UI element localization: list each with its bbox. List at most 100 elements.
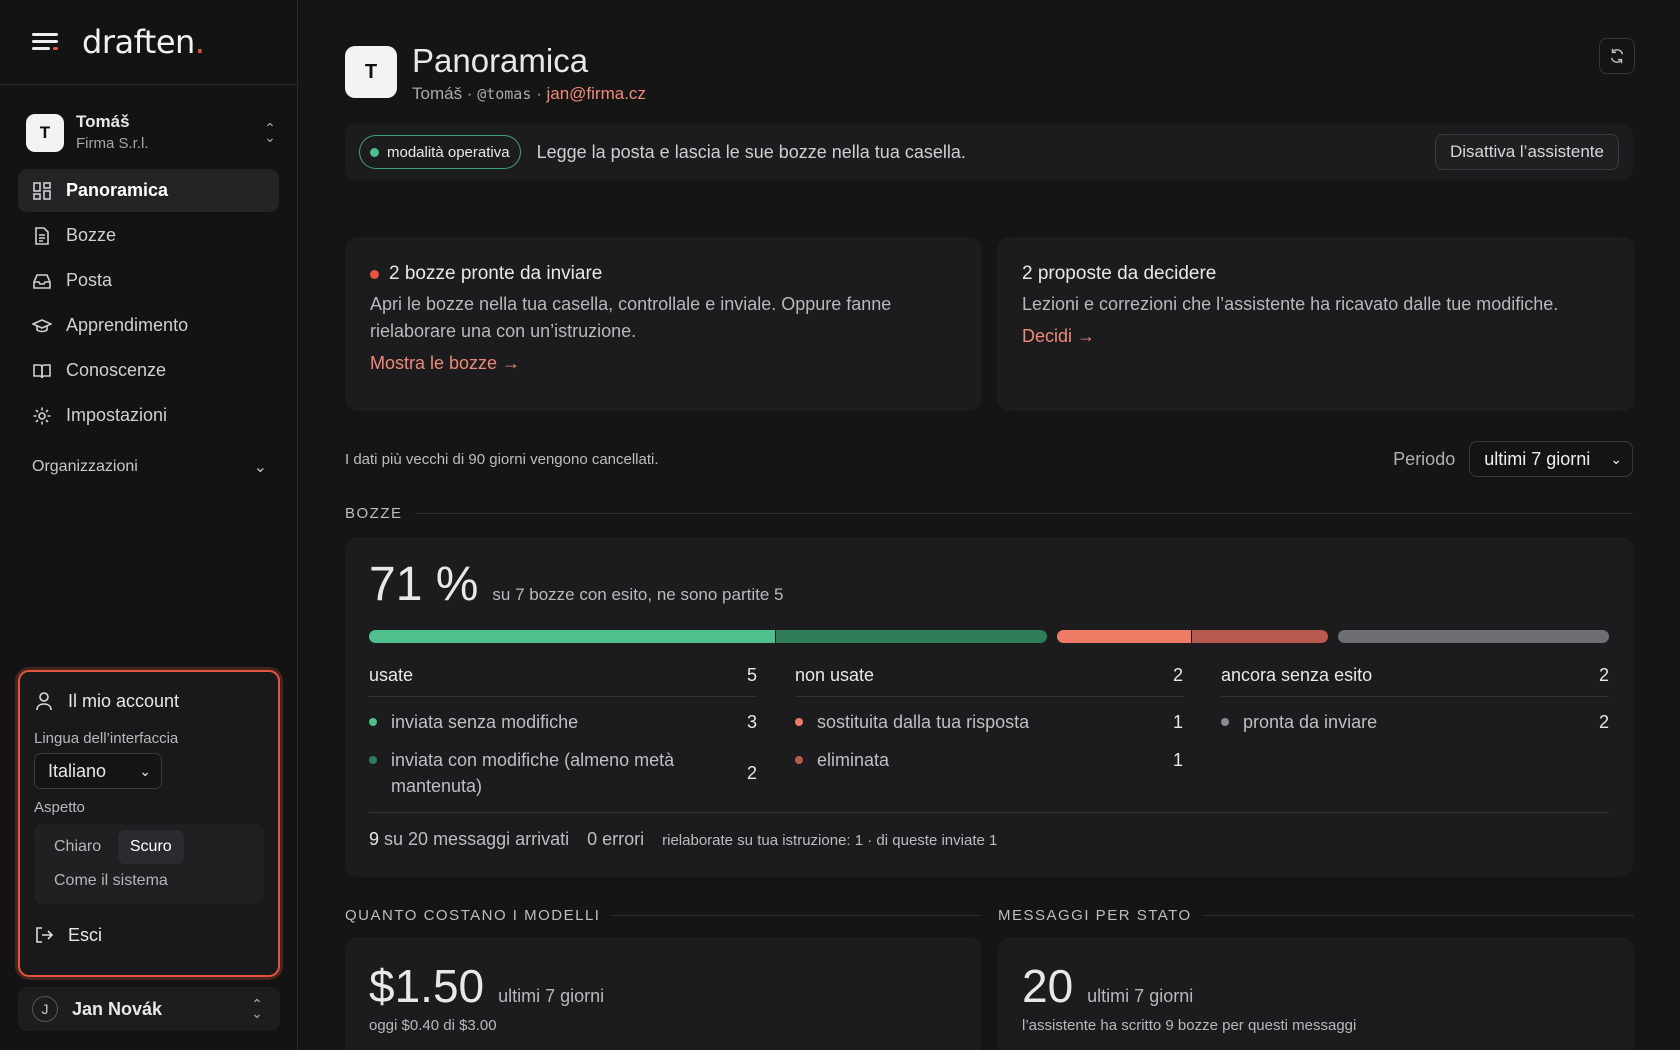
logout-label: Esci [68,924,103,945]
costs-value: $1.50 [369,960,485,1012]
show-drafts-link[interactable]: Mostra le bozze → [370,353,957,374]
sidebar-item-conoscenze[interactable]: Conoscenze [18,349,279,392]
chevron-updown-icon: ⌃ ⌄ [251,996,263,1021]
sidebar-item-label: Conoscenze [66,360,167,380]
column-title: usate [369,665,414,685]
chevron-down-icon: ⌄ [1610,450,1622,467]
proposals-card: 2 proposte da decidere Lezioni e correzi… [997,237,1634,411]
status-text: Legge la posta e lascia le sue bozze nel… [536,141,966,162]
workspace-company: Firma S.r.l. [76,135,149,152]
logout-item[interactable]: Esci [34,916,264,954]
my-account-item[interactable]: Il mio account [34,682,264,720]
organizations-label: Organizzazioni [32,458,138,475]
workspace-name: Tomáš [76,112,130,131]
status-badge: modalità operativa [359,135,521,169]
user-icon [36,692,52,711]
drafts-ready-card: 2 bozze pronte da inviare Apri le bozze … [345,237,982,411]
sidebar-item-apprendimento[interactable]: Apprendimento [18,304,279,347]
account-menu: Il mio account Lingua dell’interfaccia I… [18,670,280,977]
appearance-option-light[interactable]: Chiaro [42,830,113,864]
progress-segment [775,630,1047,643]
sidebar: draften. T Tomáš Firma S.r.l. ⌃ ⌄ Panoram… [0,0,298,1050]
sidebar-item-bozze[interactable]: Bozze [18,214,279,257]
column-title: non usate [795,665,875,685]
period-select[interactable]: ultimi 7 giorni ⌄ [1469,441,1633,477]
chevron-updown-icon: ⌃ ⌄ [264,120,276,145]
grid-icon [33,181,51,200]
section-header-bozze: BOZZE [345,505,1633,522]
sidebar-item-panoramica[interactable]: Panoramica [18,169,279,212]
list-item: inviata senza modifiche 3 [369,709,757,735]
section-header-messages: MESSAGGI PER STATO [998,907,1634,924]
language-select[interactable]: Italiano ⌄ [34,753,162,789]
column-count: 2 [1598,665,1609,685]
inbox-icon [33,273,51,289]
column-unused: non usate 2 sostituita dalla tua risposta… [795,665,1183,799]
drafts-footer: 9 su 20 messaggi arrivati 0 errori riela… [369,812,1609,850]
appearance-option-system[interactable]: Come il sistema [42,864,180,898]
errors-count: 0 errori [587,829,645,849]
list-item: pronta da inviare 2 [1221,709,1609,735]
logo[interactable]: draften. [82,23,205,61]
book-icon [33,363,51,378]
sidebar-item-impostazioni[interactable]: Impostazioni [18,394,279,437]
drafts-ready-text: Apri le bozze nella tua casella, control… [370,294,892,341]
costs-card: $1.50 ultimi 7 giorni oggi $0.40 di $3.00 [345,937,981,1050]
period-label: Periodo [1393,448,1456,469]
user-switcher[interactable]: J Jan Novák ⌃ ⌄ [18,987,280,1031]
sidebar-item-label: Posta [66,270,113,290]
appearance-switch: Chiaro Scuro Come il sistema [34,824,264,904]
workspace-switcher[interactable]: T Tomáš Firma S.r.l. ⌃ ⌄ [26,111,279,155]
user-name: Jan Novák [72,998,163,1019]
progress-segment [1337,630,1609,643]
appearance-label: Aspetto [34,799,85,816]
column-title: ancora senza esito [1221,665,1373,685]
gear-icon [33,407,51,424]
header-subtitle: Tomáš · @tomas · jan@firma.cz [412,84,646,103]
page-header: T Panoramica Tomáš · @tomas · jan@firma.… [345,42,646,104]
messages-value: 20 [1022,960,1074,1012]
refresh-icon [1610,48,1624,64]
main-nav: Panoramica Bozze Posta Apprendimento Con… [0,169,297,437]
progress-segment [1192,630,1328,643]
arrived-count: 9 [369,829,380,849]
header-email[interactable]: jan@firma.cz [546,84,645,103]
sidebar-item-label: Bozze [66,225,117,245]
refresh-button[interactable] [1599,38,1635,74]
assistant-status-bar: modalità operativa Legge la posta e lasc… [345,124,1633,180]
list-item: inviata con modifiche (almeno metà mante… [369,747,757,799]
drafts-stats-card: 71 % su 7 bozze con esito, ne sono parti… [345,537,1633,877]
status-dot [370,147,379,157]
menu-icon[interactable] [32,31,60,53]
section-header-costs: QUANTO COSTANO I MODELLI [345,907,981,924]
workspace-avatar: T [26,114,64,152]
period-row: I dati più vecchi di 90 giorni vengono c… [345,441,1633,477]
list-item: sostituita dalla tua risposta 1 [795,709,1183,735]
column-used: usate 5 inviata senza modifiche 3 inviata … [369,665,757,799]
logout-icon [36,927,54,943]
drafts-ready-title: 2 bozze pronte da inviare [389,263,603,284]
column-pending: ancora senza esito 2 pronta da inviare 2 [1221,665,1609,799]
proposals-title: 2 proposte da decidere [1022,263,1217,284]
sidebar-item-label: Impostazioni [66,405,168,425]
column-count: 2 [1172,665,1183,685]
messages-unit: ultimi 7 giorni [1087,986,1194,1006]
messages-card: 20 ultimi 7 giorni l’assistente ha scritt… [998,937,1634,1050]
sidebar-item-posta[interactable]: Posta [18,259,279,302]
appearance-option-dark[interactable]: Scuro [117,830,184,864]
graduation-cap-icon [32,318,52,332]
costs-sub: oggi $0.40 di $3.00 [369,1017,497,1034]
chevron-down-icon: ⌄ [139,762,151,779]
progress-segment [1056,630,1192,643]
deactivate-assistant-button[interactable]: Disattiva l’assistente [1434,134,1619,170]
arrived-text: su 20 messaggi arrivati [384,829,570,849]
column-count: 5 [746,665,757,685]
language-label: Lingua dell’interfaccia [34,730,179,747]
drafts-progress-bar [369,630,1609,643]
sidebar-item-label: Apprendimento [66,315,189,335]
decide-link[interactable]: Decidi → [1022,326,1609,347]
organizations-toggle[interactable]: Organizzazioni ⌄ [32,457,267,477]
drafts-percent: 71 % [369,558,479,611]
costs-unit: ultimi 7 giorni [498,986,605,1006]
chevron-down-icon: ⌄ [253,459,267,476]
